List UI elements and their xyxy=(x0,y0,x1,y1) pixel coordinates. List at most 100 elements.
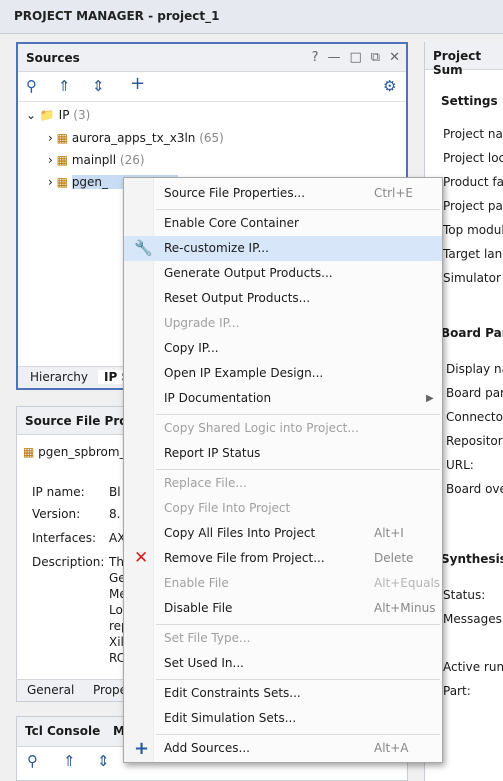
menu-item-edit-simulation-sets[interactable]: Edit Simulation Sets... xyxy=(124,706,442,731)
menu-item-set-used-in[interactable]: Set Used In... xyxy=(124,651,442,676)
menu-separator xyxy=(156,624,440,625)
board-item: Connector xyxy=(446,410,503,424)
context-menu: Source File Properties... Ctrl+E Enable … xyxy=(123,177,443,763)
red-x-icon: ✕ xyxy=(134,548,149,568)
menu-item-label: Reset Output Products... xyxy=(164,291,311,305)
tree-root[interactable]: ⌄ 📁 IP (3) xyxy=(26,106,90,124)
chevron-right-icon[interactable]: › xyxy=(48,153,53,167)
tab-general[interactable]: General xyxy=(27,683,74,697)
menu-item-re-customize-ip[interactable]: 🔧 Re-customize IP... xyxy=(124,236,442,261)
tab-properties[interactable]: Prope xyxy=(93,683,127,697)
tree-item[interactable]: › ▦ mainpll (26) xyxy=(48,151,145,169)
menu-item-label: Copy File Into Project xyxy=(164,501,291,515)
settings-item: Product far xyxy=(443,175,503,189)
close-icon[interactable]: ✕ xyxy=(389,50,400,65)
submenu-arrow-icon: ▶ xyxy=(426,393,434,404)
menu-item-label: Enable Core Container xyxy=(164,216,299,230)
ip-icon: ▦ xyxy=(56,153,68,167)
menu-item-label: Generate Output Products... xyxy=(164,266,333,280)
search-icon[interactable]: ⚲ xyxy=(27,753,38,769)
menu-separator xyxy=(156,734,440,735)
menu-item-shortcut: Alt+A xyxy=(374,741,409,755)
search-icon[interactable]: ⚲ xyxy=(26,78,37,94)
sources-header: Sources ? — □ ⧉ ✕ xyxy=(18,44,406,72)
menu-item-label: Enable File xyxy=(164,576,229,590)
menu-item-label: Upgrade IP... xyxy=(164,316,240,330)
menu-separator xyxy=(156,679,440,680)
menu-item-label: Report IP Status xyxy=(164,446,261,460)
tab-hierarchy[interactable]: Hierarchy xyxy=(30,370,88,384)
menu-item-label: Edit Simulation Sets... xyxy=(164,711,297,725)
tree-item[interactable]: › ▦ aurora_apps_tx_x3ln (65) xyxy=(48,129,224,147)
ip-icon: ▦ xyxy=(56,131,68,145)
menu-separator xyxy=(156,414,440,415)
title-bar: PROJECT MANAGER - project_1 xyxy=(0,0,503,34)
menu-item-replace-file: Replace File... xyxy=(124,471,442,496)
menu-item-edit-constraints-sets[interactable]: Edit Constraints Sets... xyxy=(124,681,442,706)
menu-item-copy-ip[interactable]: Copy IP... xyxy=(124,336,442,361)
board-item: URL: xyxy=(446,458,474,472)
collapse-all-icon[interactable]: ⇑ xyxy=(58,78,71,94)
menu-item-remove-file[interactable]: ✕ Remove File from Project... Delete xyxy=(124,546,442,571)
menu-item-label: Disable File xyxy=(164,601,233,615)
menu-item-label: Re-customize IP... xyxy=(164,241,269,255)
sources-title: Sources xyxy=(26,51,80,65)
menu-item-label: Set File Type... xyxy=(164,631,251,645)
menu-separator xyxy=(156,469,440,470)
window-title: PROJECT MANAGER - project_1 xyxy=(14,9,220,23)
gear-icon[interactable]: ⚙ xyxy=(383,78,396,94)
board-item: Display na xyxy=(446,362,503,376)
menu-item-label: Copy IP... xyxy=(164,341,219,355)
menu-item-shortcut: Alt+Equals xyxy=(374,576,441,590)
project-summary-title: Project Sum xyxy=(433,49,482,77)
help-icon[interactable]: ? xyxy=(312,50,319,65)
menu-item-add-sources[interactable]: + Add Sources... Alt+A xyxy=(124,736,442,761)
menu-item-open-ip-example-design[interactable]: Open IP Example Design... xyxy=(124,361,442,386)
properties-file-name: pgen_spbrom_ xyxy=(38,445,126,459)
collapse-all-icon[interactable]: ⇑ xyxy=(63,753,76,769)
tab-tcl-console[interactable]: Tcl Console xyxy=(25,724,100,738)
prop-key: Version: xyxy=(32,507,81,521)
menu-item-generate-output-products[interactable]: Generate Output Products... xyxy=(124,261,442,286)
menu-item-reset-output-products[interactable]: Reset Output Products... xyxy=(124,286,442,311)
chevron-right-icon[interactable]: › xyxy=(48,131,53,145)
settings-item: Simulator l xyxy=(443,271,503,285)
menu-item-source-file-properties[interactable]: Source File Properties... Ctrl+E xyxy=(124,181,442,206)
menu-item-label: Edit Constraints Sets... xyxy=(164,686,301,700)
menu-item-enable-core-container[interactable]: Enable Core Container xyxy=(124,211,442,236)
tree-item-label: aurora_apps_tx_x3ln xyxy=(71,131,196,145)
board-item: Board part xyxy=(446,386,503,400)
menu-item-copy-shared-logic: Copy Shared Logic into Project... xyxy=(124,416,442,441)
menu-item-ip-documentation[interactable]: IP Documentation ▶ xyxy=(124,386,442,411)
ip-icon: ▦ xyxy=(56,175,68,189)
chevron-down-icon[interactable]: ⌄ xyxy=(26,108,36,122)
prop-desc-line: Lo xyxy=(109,603,123,617)
wrench-icon: 🔧 xyxy=(134,239,153,257)
menu-item-label: Replace File... xyxy=(164,476,247,490)
menu-item-label: Open IP Example Design... xyxy=(164,366,324,380)
minimize-icon[interactable]: — xyxy=(328,50,341,65)
board-item: Board over xyxy=(446,482,503,496)
menu-item-label: IP Documentation xyxy=(164,391,272,405)
menu-item-enable-file: Enable File Alt+Equals xyxy=(124,571,442,596)
project-summary-header: Project Sum xyxy=(425,42,503,77)
prop-value: Bl xyxy=(109,485,121,499)
settings-item: Project par xyxy=(443,199,503,213)
prop-value: Th xyxy=(109,555,124,569)
maximize-icon[interactable]: □ xyxy=(350,50,362,65)
chevron-right-icon[interactable]: › xyxy=(48,175,53,189)
float-icon[interactable]: ⧉ xyxy=(371,50,380,65)
prop-desc-line: Xil xyxy=(109,635,124,649)
add-icon[interactable]: + xyxy=(130,75,145,93)
menu-item-copy-all-files[interactable]: Copy All Files Into Project Alt+I xyxy=(124,521,442,546)
expand-all-icon[interactable]: ⇕ xyxy=(92,78,105,94)
prop-key: Description: xyxy=(32,555,105,569)
expand-all-icon[interactable]: ⇕ xyxy=(97,753,110,769)
menu-item-label: Source File Properties... xyxy=(164,186,306,200)
synthesis-header: Synthesis xyxy=(441,552,503,566)
menu-item-disable-file[interactable]: Disable File Alt+Minus xyxy=(124,596,442,621)
menu-item-report-ip-status[interactable]: Report IP Status xyxy=(124,441,442,466)
sources-toolbar: ⚲ ⇑ ⇕ + ⚙ xyxy=(18,72,406,102)
tree-item-count: (65) xyxy=(199,131,224,145)
prop-value: 8. xyxy=(109,507,121,521)
